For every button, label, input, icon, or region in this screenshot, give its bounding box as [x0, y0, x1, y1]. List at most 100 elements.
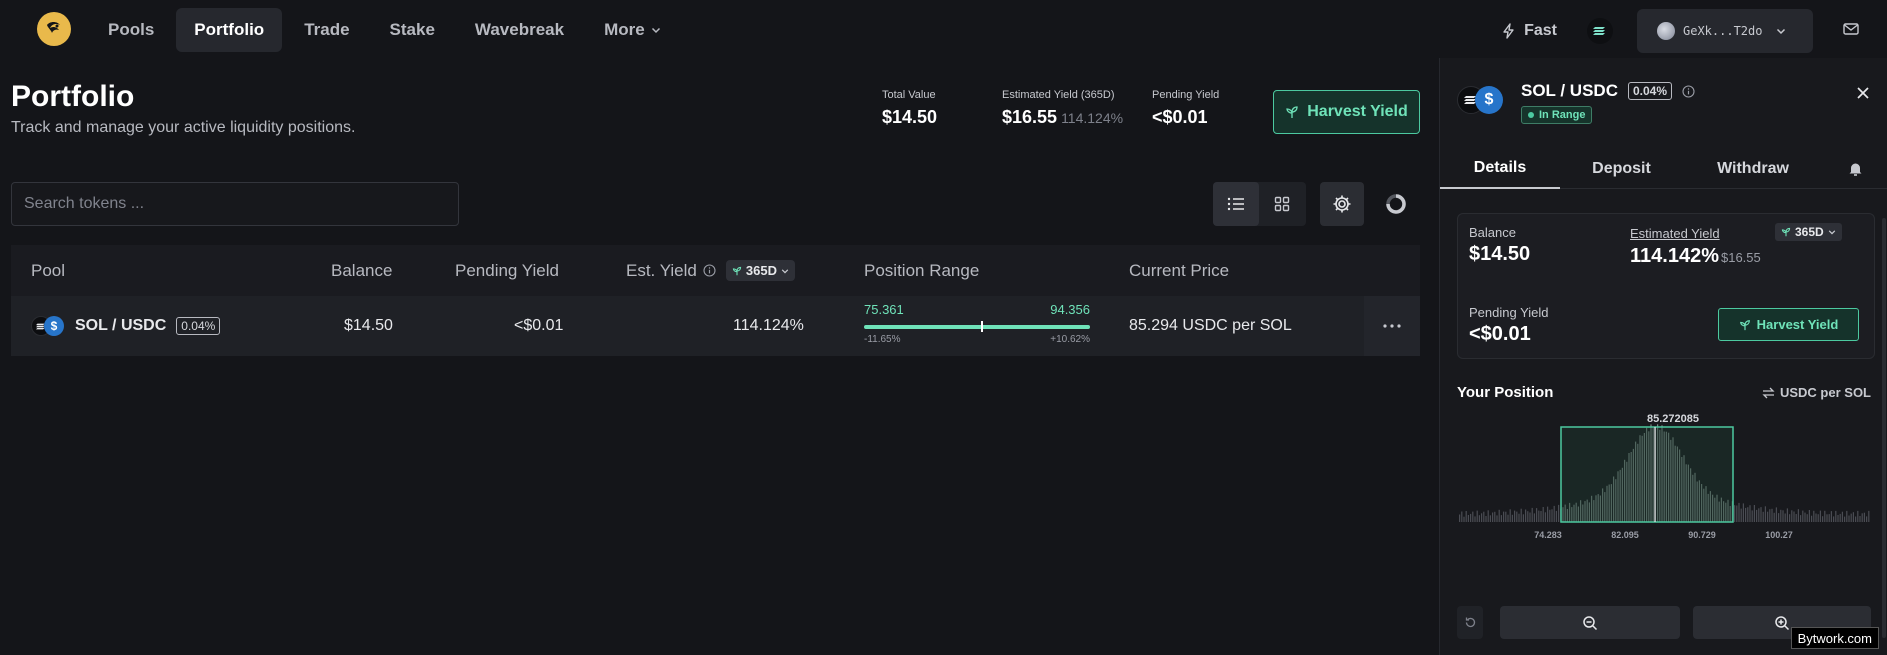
zoom-out-icon: [1583, 615, 1598, 630]
table-row[interactable]: $ SOL / USDC 0.04% $14.50 <$0.01 114.124…: [11, 296, 1420, 356]
tab-details-label: Details: [1473, 158, 1527, 176]
zoom-out-button[interactable]: [1500, 606, 1680, 639]
histogram-bar: [1520, 508, 1522, 522]
tab-deposit[interactable]: Deposit: [1560, 148, 1683, 189]
histogram-bar: [1511, 514, 1513, 522]
histogram-bar: [1824, 510, 1826, 522]
histogram-bar: [1775, 507, 1777, 522]
tab-deposit-label: Deposit: [1592, 159, 1651, 177]
nav-more[interactable]: More: [586, 8, 679, 52]
nav-wavebreak[interactable]: Wavebreak: [457, 8, 582, 52]
row-current-price: 85.294 USDC per SOL: [1129, 317, 1292, 334]
panel-harvest-yield-button[interactable]: Harvest Yield: [1718, 308, 1859, 341]
col-pending-yield[interactable]: Pending Yield: [455, 245, 559, 296]
histogram-bar: [1802, 510, 1804, 522]
tab-details[interactable]: Details: [1440, 148, 1560, 189]
panel-period-label: 365D: [1795, 225, 1824, 239]
histogram-bar: [1487, 510, 1489, 522]
lightning-icon: [1503, 23, 1514, 39]
histogram-bar: [1558, 504, 1560, 522]
axis-tick-4: 100.27: [1765, 530, 1793, 540]
sprout-icon: [1781, 227, 1791, 237]
histogram-bar: [1529, 512, 1531, 522]
gear-icon: [1333, 195, 1351, 213]
panel-period-dropdown[interactable]: 365D: [1775, 223, 1842, 241]
histogram-bar: [1846, 510, 1848, 522]
search-input[interactable]: [11, 182, 459, 226]
row-balance: $14.50: [344, 317, 393, 334]
close-icon: [1857, 87, 1869, 99]
histogram-bar: [1525, 509, 1527, 522]
close-panel-button[interactable]: [1853, 83, 1873, 103]
histogram-bar: [1773, 512, 1775, 522]
yield-period-dropdown[interactable]: 365D: [725, 260, 795, 281]
in-range-badge: In Range: [1521, 106, 1593, 124]
estimated-yield: $16.55 114.124%: [1002, 107, 1123, 128]
tab-alerts[interactable]: [1823, 148, 1887, 189]
histogram-bar: [1527, 511, 1529, 522]
histogram-bar: [1861, 513, 1863, 522]
histogram-bar: [1848, 515, 1850, 522]
yield-period-label: 365D: [745, 263, 777, 278]
nav-pools[interactable]: Pools: [90, 8, 172, 52]
row-more-button[interactable]: [1364, 296, 1420, 356]
histogram-bar: [1522, 514, 1524, 522]
estimated-yield-stat: Estimated Yield (365D) $16.55 114.124%: [1002, 89, 1123, 128]
histogram-bar: [1813, 510, 1815, 522]
harvest-yield-label: Harvest Yield: [1307, 103, 1408, 120]
nav-trade[interactable]: Trade: [286, 8, 367, 52]
panel-scrollbar[interactable]: [1882, 218, 1886, 638]
usdc-token-icon: $: [1475, 86, 1503, 114]
histogram-bar: [1498, 509, 1500, 522]
histogram-bar: [1844, 516, 1846, 522]
your-position-title: Your Position: [1457, 384, 1554, 401]
grid-view-button[interactable]: [1259, 182, 1305, 226]
harvest-yield-button[interactable]: Harvest Yield: [1273, 90, 1420, 134]
fast-mode-button[interactable]: Fast: [1502, 22, 1557, 40]
list-view-button[interactable]: [1213, 182, 1259, 226]
info-icon[interactable]: [1682, 84, 1695, 98]
histogram-bar: [1806, 514, 1808, 522]
pending-yield-label: Pending Yield: [1152, 89, 1220, 101]
histogram-bar: [1738, 502, 1740, 522]
settings-button[interactable]: [1320, 182, 1364, 226]
pending-yield-stat: Pending Yield <$0.01: [1152, 89, 1219, 128]
histogram-bar: [1857, 510, 1859, 522]
nav-stake[interactable]: Stake: [372, 8, 453, 52]
histogram-bar: [1483, 511, 1485, 522]
histogram-bar: [1778, 513, 1780, 522]
nav-portfolio[interactable]: Portfolio: [176, 8, 283, 52]
price-unit-toggle[interactable]: USDC per SOL: [1762, 385, 1871, 400]
histogram-bar: [1841, 511, 1843, 522]
liquidity-histogram[interactable]: 85.272085 74.283 82.095 90.729 100.27: [1457, 412, 1871, 546]
portfolio-main: Portfolio Track and manage your active l…: [0, 58, 1438, 655]
histogram-bar: [1795, 514, 1797, 522]
row-est-yield: 114.124%: [733, 317, 804, 334]
info-icon[interactable]: [703, 264, 716, 277]
pending-yield: <$0.01: [1152, 107, 1208, 127]
chevron-down-icon: [1777, 28, 1786, 35]
col-est-yield[interactable]: Est. Yield 365D: [626, 245, 795, 296]
view-toggle: [1213, 182, 1306, 226]
refresh-icon[interactable]: [1384, 192, 1408, 216]
estimated-yield-value: 114.142% $16.55: [1630, 245, 1761, 268]
notifications-mail-icon[interactable]: [1843, 22, 1859, 41]
histogram-bar: [1822, 516, 1824, 522]
app-logo[interactable]: [37, 12, 71, 46]
wallet-button[interactable]: GeXk...T2do: [1637, 9, 1813, 53]
position-range-box[interactable]: [1560, 426, 1734, 523]
histogram-bar: [1800, 515, 1802, 522]
histogram-bar: [1835, 510, 1837, 522]
histogram-bar: [1742, 503, 1744, 522]
solana-network-icon[interactable]: [1587, 18, 1613, 44]
col-balance[interactable]: Balance: [331, 245, 392, 296]
ellipsis-icon: [1383, 324, 1401, 328]
table-header: Pool Balance Pending Yield Est. Yield 36…: [11, 245, 1420, 296]
reset-zoom-button[interactable]: [1457, 606, 1483, 639]
wallet-avatar: [1657, 22, 1675, 40]
tab-withdraw[interactable]: Withdraw: [1683, 148, 1823, 189]
watermark: Bytwork.com: [1790, 627, 1879, 649]
col-current-price: Current Price: [1129, 260, 1230, 280]
histogram-bar: [1753, 505, 1755, 522]
axis-tick-2: 82.095: [1611, 530, 1639, 540]
